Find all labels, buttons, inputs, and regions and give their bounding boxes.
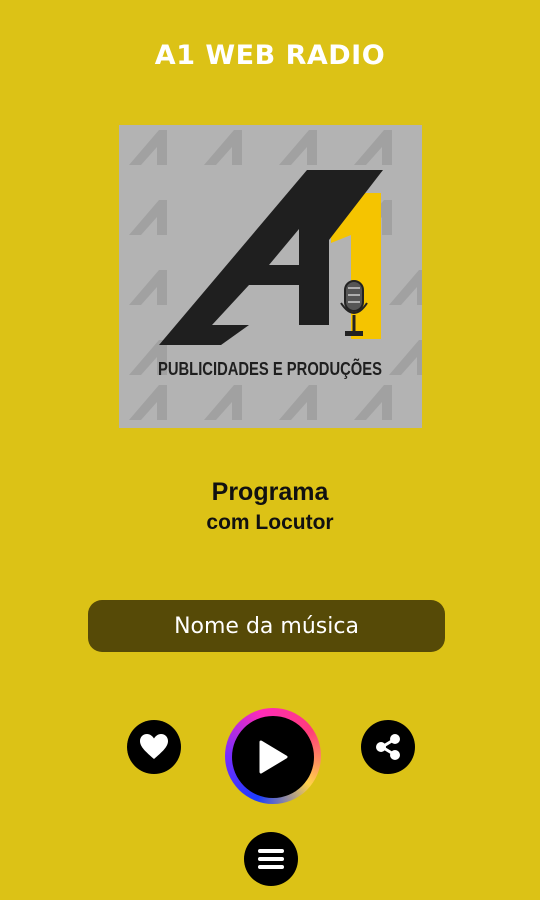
a1-logo-image: PUBLICIDADES E PRODUÇÕES <box>129 130 422 420</box>
play-icon <box>259 740 288 774</box>
now-playing-song: Nome da música <box>88 600 445 652</box>
cover-subtitle-text: PUBLICIDADES E PRODUÇÕES <box>158 358 382 379</box>
program-host: com Locutor <box>206 511 334 534</box>
like-button[interactable] <box>127 720 181 774</box>
program-name: Programa <box>211 478 329 506</box>
heart-icon <box>140 734 168 759</box>
share-button[interactable] <box>361 720 415 774</box>
app-title: A1 WEB RADIO <box>154 40 386 71</box>
play-button[interactable] <box>225 708 321 804</box>
menu-icon <box>258 849 284 869</box>
menu-button[interactable] <box>244 832 298 886</box>
station-logo-artwork: PUBLICIDADES E PRODUÇÕES <box>119 125 422 428</box>
play-button-core <box>232 716 314 798</box>
share-icon <box>376 734 400 760</box>
